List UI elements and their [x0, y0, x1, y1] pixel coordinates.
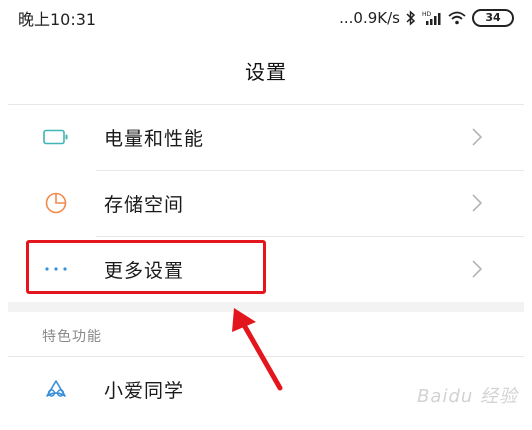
- settings-item-label: 小爱同学: [104, 379, 185, 402]
- settings-item-battery-performance[interactable]: 电量和性能: [8, 104, 524, 170]
- page-title: 设置: [245, 60, 287, 84]
- signal-icon: HD: [422, 10, 442, 26]
- pie-chart-icon: [42, 189, 70, 217]
- section-header-features: 特色功能: [42, 329, 102, 345]
- xiaoai-icon: [42, 375, 70, 403]
- bluetooth-icon: [406, 10, 416, 26]
- annotation-arrow-icon: [232, 308, 283, 391]
- chevron-right-icon: [470, 126, 484, 148]
- svg-text:HD: HD: [422, 11, 432, 18]
- watermark: Baidu 经验: [417, 386, 518, 407]
- wifi-icon: [448, 11, 466, 25]
- chevron-right-icon: [470, 192, 484, 214]
- highlight-box: [26, 240, 266, 294]
- battery-icon: [42, 123, 70, 151]
- battery-icon: 34: [472, 9, 514, 27]
- settings-item-label: 存储空间: [104, 193, 185, 216]
- status-bar: 晚上10:31 ...0.9K/s HD 34: [0, 0, 532, 36]
- chevron-right-icon: [470, 258, 484, 280]
- settings-item-storage[interactable]: 存储空间: [8, 170, 524, 236]
- settings-item-label: 电量和性能: [104, 127, 205, 150]
- status-time: 晚上10:31: [18, 10, 97, 29]
- network-speed: ...0.9K/s: [339, 9, 400, 27]
- status-indicators: ...0.9K/s HD 34: [339, 9, 514, 27]
